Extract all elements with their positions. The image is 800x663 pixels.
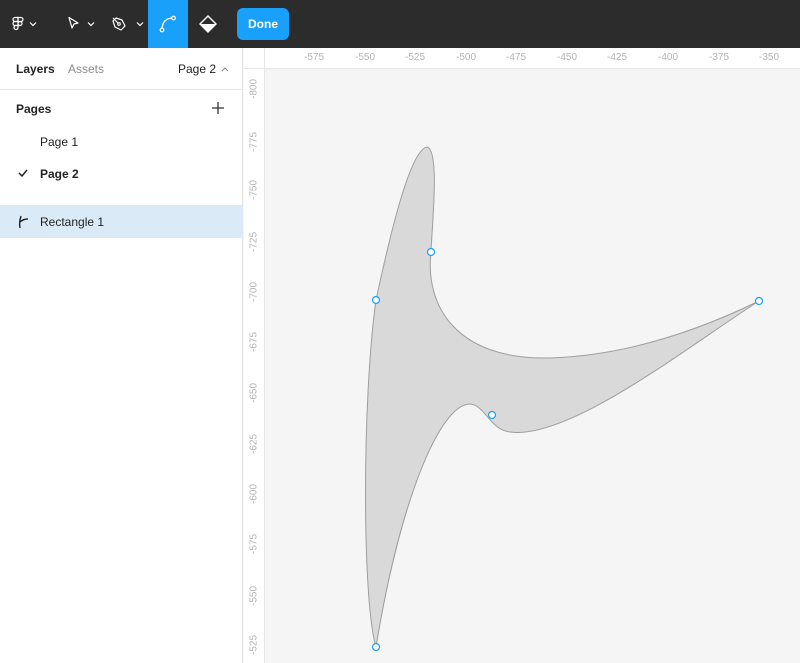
anchor-point[interactable] xyxy=(487,410,497,420)
layer-label: Rectangle 1 xyxy=(40,215,105,229)
chevron-down-icon xyxy=(29,22,37,27)
vector-shape[interactable] xyxy=(365,146,760,648)
panel-tabs: Layers Assets Page 2 xyxy=(0,48,243,90)
current-page-label: Page 2 xyxy=(178,62,217,76)
page-label: Page 1 xyxy=(40,135,79,149)
move-tool-button[interactable] xyxy=(58,0,100,48)
toolbar: Done xyxy=(0,0,800,48)
vector-path-icon xyxy=(18,215,29,229)
ruler-corner xyxy=(244,48,265,69)
ruler-tick-label: -450 xyxy=(556,52,578,63)
pages-header: Pages xyxy=(16,102,52,116)
left-panel: Layers Assets Page 2 Pages Page 1 Page 2… xyxy=(0,48,243,663)
page-selector[interactable]: Page 2 xyxy=(178,62,229,76)
anchor-point[interactable] xyxy=(371,295,381,305)
anchor-point[interactable] xyxy=(426,247,436,257)
chevron-down-icon xyxy=(136,22,144,27)
chevron-up-icon xyxy=(221,67,229,72)
ruler-tick-label: -375 xyxy=(708,52,730,63)
ruler-tick-label: -425 xyxy=(606,52,628,63)
anchor-point[interactable] xyxy=(754,296,764,306)
ruler-tick-label: -350 xyxy=(758,52,780,63)
horizontal-ruler: -575 -550 -525 -500 -475 -450 -425 -400 … xyxy=(244,48,800,69)
anchor-point[interactable] xyxy=(371,642,381,652)
figma-logo-icon xyxy=(12,16,37,31)
chevron-down-icon xyxy=(87,22,95,27)
cursor-arrow-icon xyxy=(68,16,95,29)
figma-menu-button[interactable] xyxy=(0,0,48,48)
add-page-icon[interactable] xyxy=(210,100,226,116)
canvas[interactable] xyxy=(265,69,800,663)
ruler-tick-label: -550 xyxy=(354,52,376,63)
vertical-ruler: -800 -775 -750 -725 -700 -675 -650 -625 … xyxy=(244,69,265,663)
ruler-tick-label: -575 xyxy=(303,52,325,63)
ruler-tick-label: -400 xyxy=(657,52,679,63)
bend-path-icon xyxy=(159,15,176,33)
ruler-tick-label: -525 xyxy=(404,52,426,63)
ruler-tick-label: -475 xyxy=(505,52,527,63)
paint-bucket-tool-button[interactable] xyxy=(188,0,228,48)
checkmark-icon xyxy=(18,169,28,178)
layer-item-rectangle-1[interactable]: Rectangle 1 xyxy=(0,206,243,238)
bend-tool-button[interactable] xyxy=(148,0,188,48)
pen-tool-button[interactable] xyxy=(104,0,148,48)
done-button[interactable]: Done xyxy=(237,8,289,40)
ruler-tick-label: -500 xyxy=(455,52,477,63)
page-item-page-1[interactable]: Page 1 xyxy=(0,126,243,158)
tab-layers[interactable]: Layers xyxy=(16,62,55,76)
pen-nib-icon xyxy=(112,17,144,31)
paint-bucket-icon xyxy=(199,15,217,33)
page-item-page-2[interactable]: Page 2 xyxy=(0,158,243,190)
tab-assets[interactable]: Assets xyxy=(68,62,104,76)
page-label: Page 2 xyxy=(40,167,79,181)
